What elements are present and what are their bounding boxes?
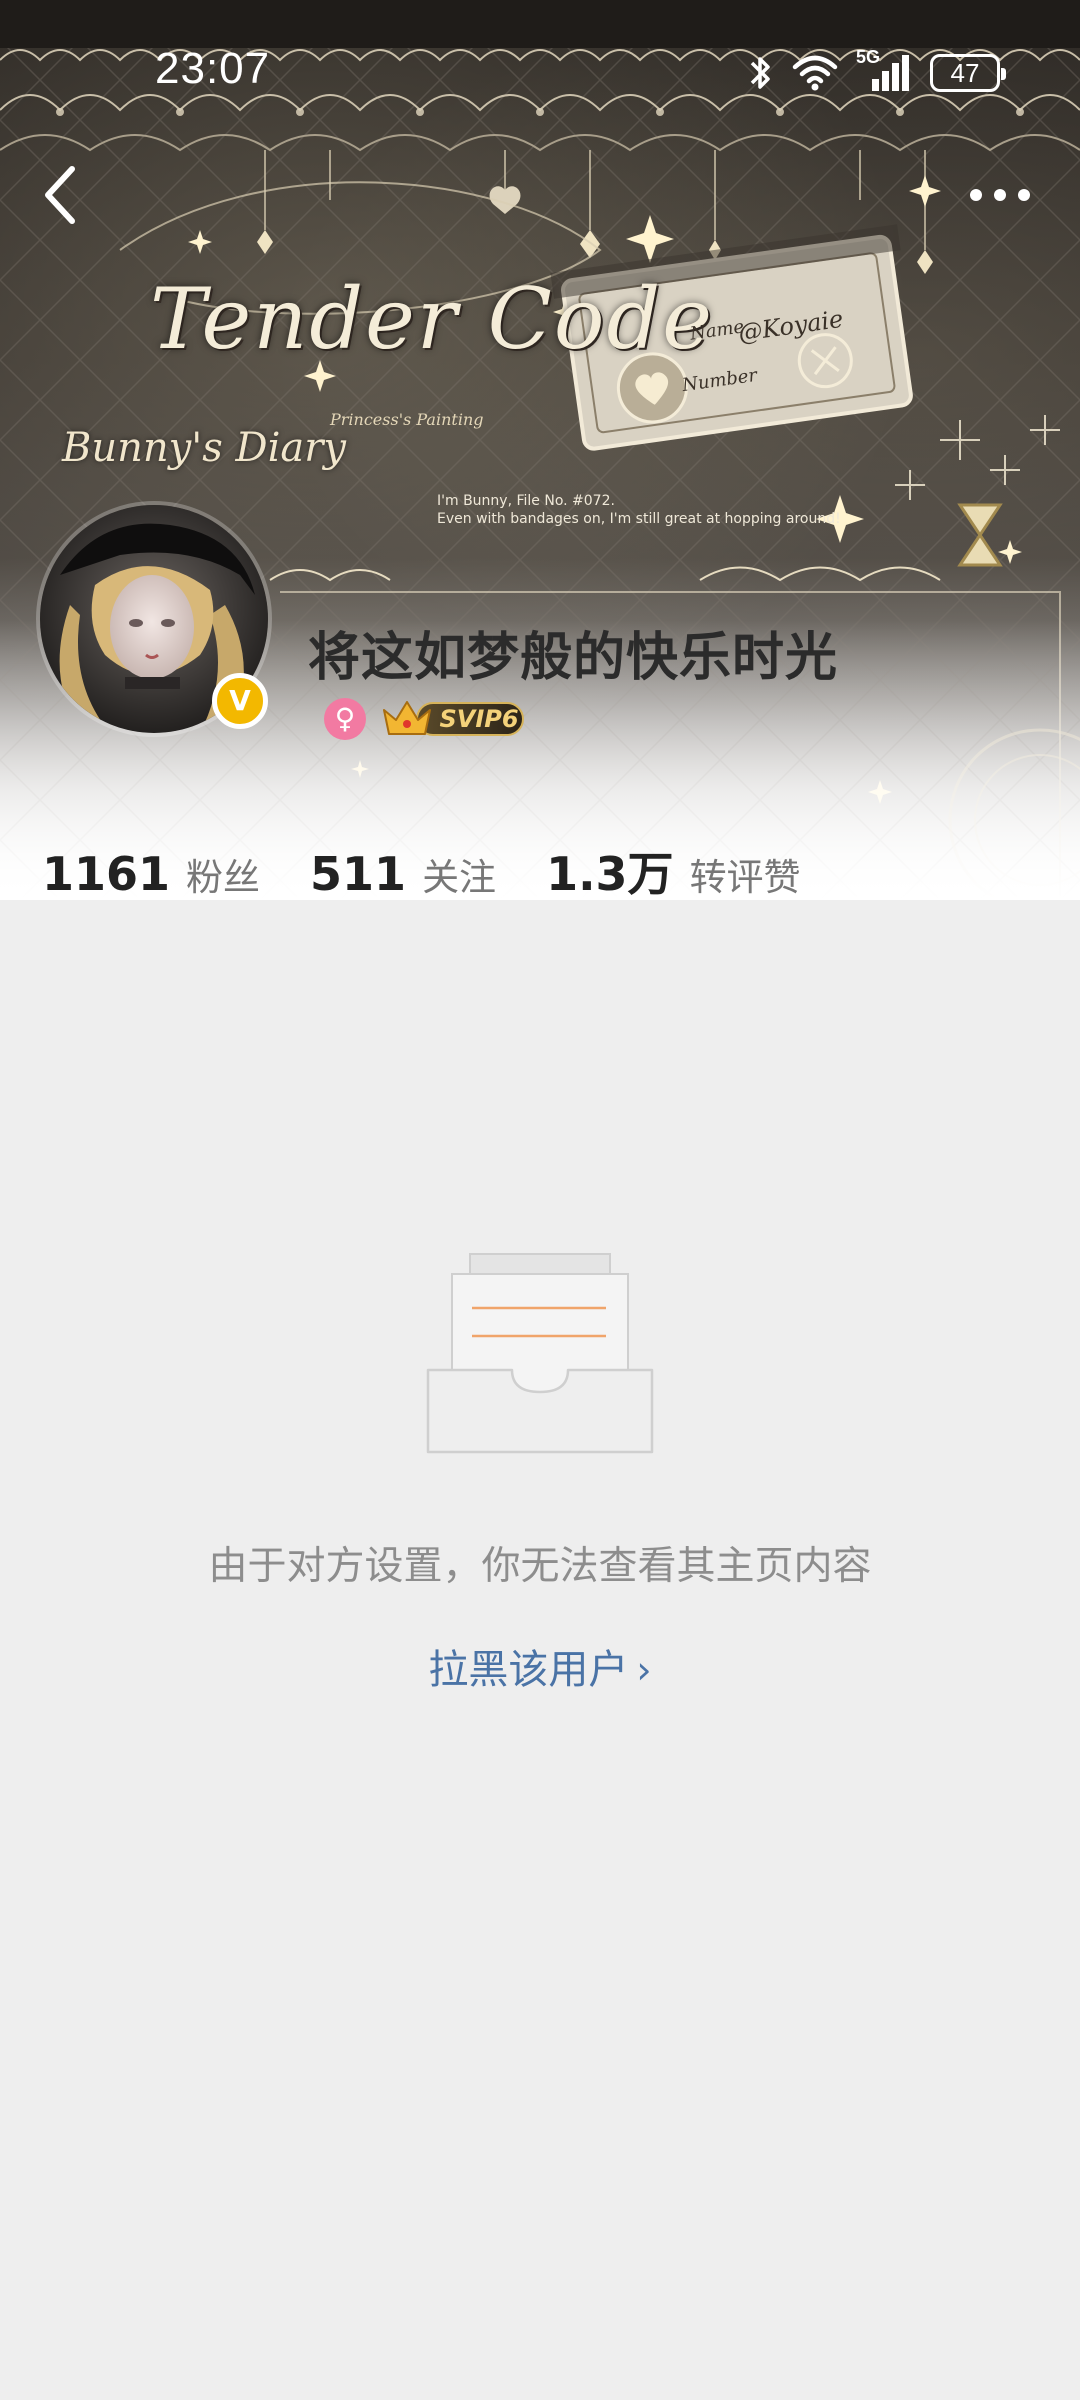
chevron-left-icon: [45, 166, 75, 224]
cover-tagline: Princess's Painting: [330, 410, 484, 429]
battery-icon: 47: [930, 54, 1006, 92]
profile-cover: Tender Code Princess's Painting Bunny's …: [0, 0, 1080, 900]
username: 将这如梦般的快乐时光: [308, 628, 839, 688]
stat-following[interactable]: 511 关注: [310, 847, 496, 901]
cover-note-line: I'm Bunny, File No. #072.: [437, 493, 615, 509]
stat-value: 1161: [42, 847, 171, 901]
status-bar: 23:07 5G 47: [0, 0, 1080, 140]
cover-note: I'm Bunny, File No. #072. Even with band…: [437, 492, 841, 528]
bluetooth-icon: [750, 57, 770, 89]
back-button[interactable]: [30, 155, 90, 235]
cover-title: Tender Code: [150, 270, 714, 368]
status-icons: 5G 47: [746, 47, 1006, 96]
private-profile-message: 由于对方设置，你无法查看其主页内容: [208, 1544, 872, 1589]
stat-label: 粉丝: [186, 856, 261, 899]
profile-page: Tender Code Princess's Painting Bunny's …: [0, 0, 1080, 2400]
stat-value: 511: [310, 847, 407, 901]
empty-inbox-icon: [426, 1253, 654, 1454]
block-user-label: 拉黑该用户: [428, 1647, 629, 1693]
verified-badge: V: [212, 673, 268, 729]
cover-subtitle: Bunny's Diary: [62, 425, 346, 471]
gender-female-icon: ♀: [324, 698, 366, 740]
stat-value: 1.3万: [546, 847, 674, 901]
stat-followers[interactable]: 1161 粉丝: [42, 847, 260, 901]
chevron-right-icon: ›: [636, 1648, 652, 1692]
profile-stats: 1161 粉丝 511 关注 1.3万 转评赞: [42, 838, 851, 901]
stat-label: 关注: [422, 856, 497, 899]
wifi-icon: [792, 55, 838, 91]
crown-icon: [383, 701, 431, 735]
more-button[interactable]: [960, 170, 1040, 220]
more-dots-icon: [970, 189, 1030, 201]
stat-interactions[interactable]: 1.3万 转评赞: [546, 838, 801, 904]
block-user-link[interactable]: 拉黑该用户 ›: [0, 1637, 1080, 1695]
cellular-signal-icon: 5G: [856, 47, 912, 93]
stat-label: 转评赞: [689, 856, 801, 899]
status-time: 23:07: [155, 44, 271, 93]
svip-badge[interactable]: SVIP6: [380, 696, 526, 740]
cover-note-line: Even with bandages on, I'm still great a…: [437, 511, 841, 527]
